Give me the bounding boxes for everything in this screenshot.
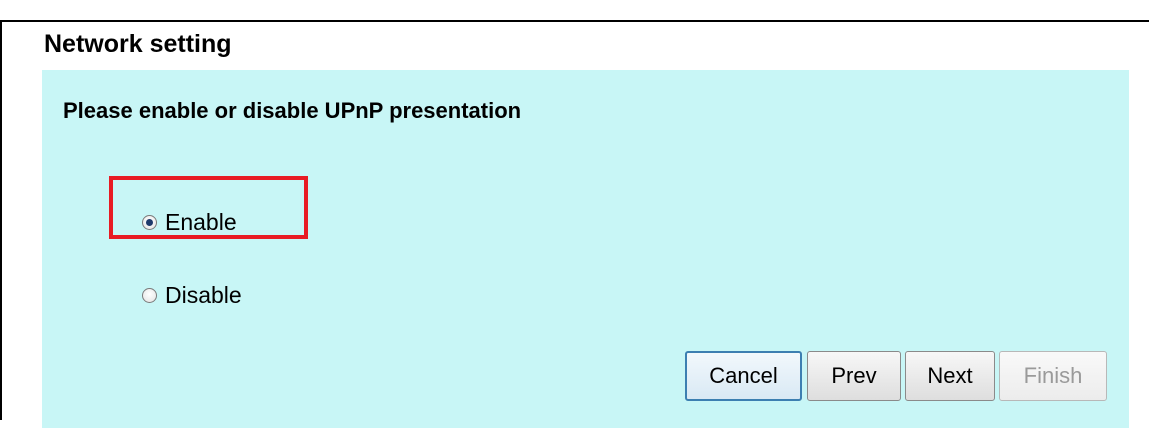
highlight-box [109, 176, 308, 239]
upnp-panel: Please enable or disable UPnP presentati… [42, 70, 1129, 428]
disable-option[interactable]: Disable [142, 282, 242, 309]
cancel-button[interactable]: Cancel [685, 351, 802, 401]
finish-button: Finish [999, 351, 1107, 401]
prev-button[interactable]: Prev [807, 351, 901, 401]
disable-radio[interactable] [142, 288, 157, 303]
panel-heading: Please enable or disable UPnP presentati… [63, 98, 522, 123]
next-button[interactable]: Next [905, 351, 995, 401]
network-setting-fieldset: Network setting Please enable or disable… [0, 20, 1149, 428]
disable-label[interactable]: Disable [165, 282, 242, 309]
fieldset-legend: Network setting [38, 27, 246, 61]
